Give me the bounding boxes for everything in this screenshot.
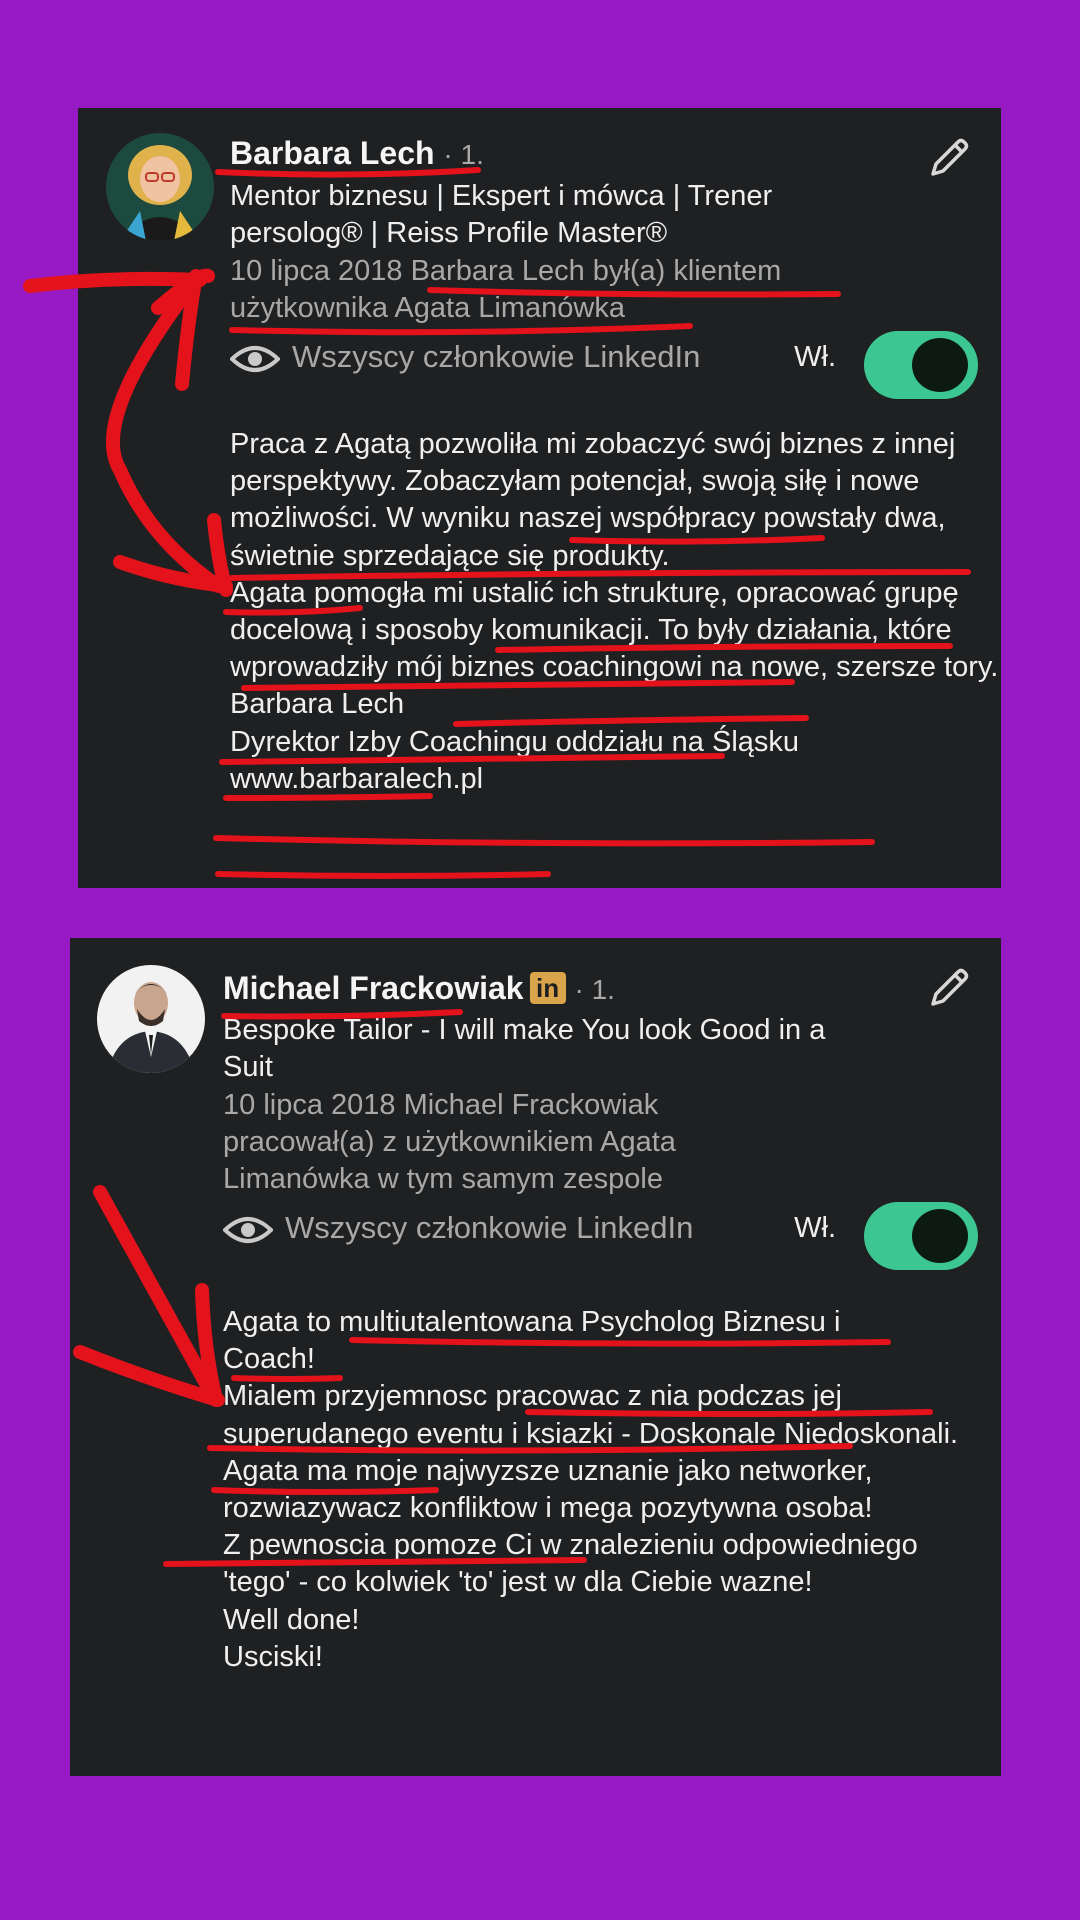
edit-pencil-icon[interactable] bbox=[925, 964, 973, 1012]
visibility-toggle[interactable] bbox=[864, 1202, 978, 1270]
paragraph: Well done! bbox=[223, 1603, 360, 1636]
name-row: Barbara Lech · 1. bbox=[230, 133, 484, 175]
eye-icon bbox=[230, 346, 280, 372]
toggle-label: Wł. bbox=[794, 1212, 836, 1244]
website-link[interactable]: www.barbaralech.pl bbox=[230, 761, 1000, 798]
visibility-row: Wszyscy członkowie LinkedIn Wł. bbox=[230, 331, 978, 399]
avatar[interactable] bbox=[97, 965, 205, 1073]
relationship-meta: 10 lipca 2018 Michael Frackowiak pracowa… bbox=[223, 1089, 676, 1195]
signature-title: Dyrektor Izby Coachingu oddziału na Śląs… bbox=[230, 725, 800, 758]
paragraph: Z pewnoscia pomoze Ci w znalezieniu odpo… bbox=[223, 1529, 918, 1599]
visibility-row: Wszyscy członkowie LinkedIn Wł. bbox=[223, 1202, 978, 1270]
visibility-toggle[interactable] bbox=[864, 331, 978, 399]
paragraph: Praca z Agatą pozwoliła mi zobaczyć swój… bbox=[230, 428, 956, 572]
recommendation-text: Agata to multiutalentowana Psycholog Biz… bbox=[223, 1304, 993, 1676]
connection-degree: · 1. bbox=[443, 139, 484, 170]
linkedin-premium-icon: in bbox=[529, 972, 566, 1004]
relationship-meta: 10 lipca 2018 Barbara Lech był(a) klient… bbox=[230, 255, 782, 324]
name-row: Michael Frackowiak in · 1. bbox=[223, 968, 615, 1010]
member-name[interactable]: Barbara Lech bbox=[230, 135, 435, 171]
paragraph: Agata ma moje najwyzsze uznanie jako net… bbox=[223, 1454, 873, 1525]
paragraph: Usciski! bbox=[223, 1640, 323, 1673]
avatar[interactable] bbox=[106, 133, 214, 241]
paragraph: Mialem przyjemnosc pracowac z nia podcza… bbox=[223, 1380, 959, 1450]
edit-pencil-icon[interactable] bbox=[925, 134, 973, 182]
toggle-label: Wł. bbox=[794, 341, 836, 373]
headline: Mentor biznesu | Ekspert i mówca | Trene… bbox=[230, 180, 773, 249]
toggle-knob bbox=[912, 338, 968, 392]
recommendation-card-michael: Michael Frackowiak in · 1. Bespoke Tailor… bbox=[70, 938, 1001, 1776]
connection-degree: · 1. bbox=[574, 974, 615, 1005]
paragraph: Agata pomogła mi ustalić ich strukturę, … bbox=[230, 576, 999, 684]
paragraph: Agata to multiutalentowana Psycholog Biz… bbox=[223, 1306, 841, 1376]
avatar-photo bbox=[106, 133, 214, 241]
avatar-photo bbox=[97, 965, 205, 1073]
signature-name: Barbara Lech bbox=[230, 688, 405, 721]
toggle-knob bbox=[912, 1209, 968, 1263]
visibility-label: Wszyscy członkowie LinkedIn bbox=[285, 1210, 694, 1245]
recommendation-text: Praca z Agatą pozwoliła mi zobaczyć swój… bbox=[230, 426, 1000, 798]
visibility-label: Wszyscy członkowie LinkedIn bbox=[292, 339, 701, 374]
headline: Bespoke Tailor - I will make You look Go… bbox=[223, 1014, 826, 1083]
recommendation-card-barbara: Barbara Lech · 1. Mentor biznesu | Ekspe… bbox=[78, 108, 1001, 888]
member-name[interactable]: Michael Frackowiak bbox=[223, 970, 524, 1006]
eye-icon bbox=[223, 1217, 273, 1243]
